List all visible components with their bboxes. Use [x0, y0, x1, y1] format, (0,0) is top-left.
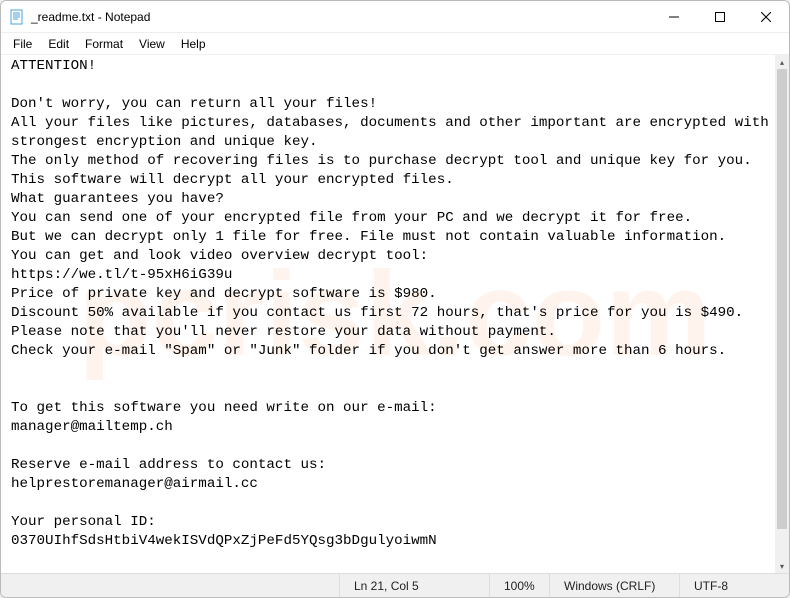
close-button[interactable] [743, 1, 789, 32]
scroll-down-arrow-icon[interactable]: ▾ [775, 559, 789, 573]
notepad-window: _readme.txt - Notepad File Edit Format V… [0, 0, 790, 598]
menu-view[interactable]: View [131, 35, 173, 53]
window-controls [651, 1, 789, 32]
menu-edit[interactable]: Edit [40, 35, 77, 53]
notepad-icon [9, 9, 25, 25]
window-title: _readme.txt - Notepad [31, 10, 651, 24]
menu-format[interactable]: Format [77, 35, 131, 53]
status-zoom: 100% [489, 574, 549, 597]
minimize-button[interactable] [651, 1, 697, 32]
editor-area: pcrisk.com ATTENTION! Don't worry, you c… [1, 55, 789, 573]
vertical-scrollbar[interactable]: ▴ ▾ [775, 55, 789, 573]
status-line-ending: Windows (CRLF) [549, 574, 679, 597]
scroll-up-arrow-icon[interactable]: ▴ [775, 55, 789, 69]
status-cursor-position: Ln 21, Col 5 [339, 574, 489, 597]
menu-file[interactable]: File [5, 35, 40, 53]
statusbar: Ln 21, Col 5 100% Windows (CRLF) UTF-8 [1, 573, 789, 597]
menubar: File Edit Format View Help [1, 33, 789, 55]
text-editor[interactable]: ATTENTION! Don't worry, you can return a… [1, 55, 775, 573]
titlebar: _readme.txt - Notepad [1, 1, 789, 33]
status-encoding: UTF-8 [679, 574, 789, 597]
maximize-button[interactable] [697, 1, 743, 32]
menu-help[interactable]: Help [173, 35, 214, 53]
scrollbar-thumb[interactable] [777, 69, 787, 529]
